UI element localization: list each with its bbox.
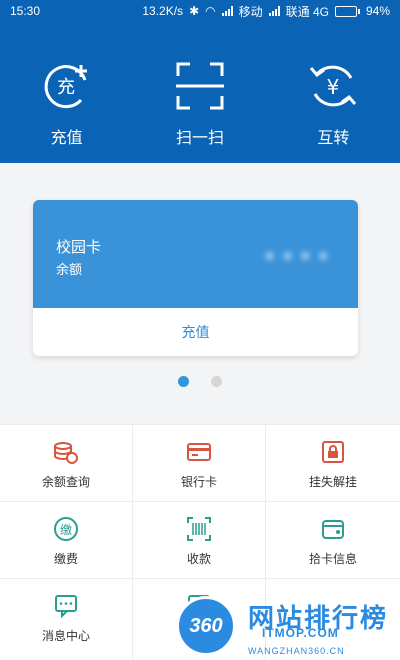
transfer-label: 互转 — [317, 130, 350, 147]
signal-icon-2 — [268, 6, 280, 16]
top-actions: 充 充值 扫一扫 ¥ 互转 — [0, 22, 400, 163]
found-card-label: 拾卡信息 — [308, 552, 357, 566]
carrier-1: 移动 — [238, 4, 263, 19]
card-recharge-button[interactable]: 充值 — [33, 308, 358, 356]
message-center-button[interactable]: 消息中心 — [0, 578, 133, 660]
status-right: 13.2K/s ✱ ◠ 移动 联通 4G 94% — [142, 3, 390, 20]
recharge-glyph: 充 — [57, 77, 75, 98]
battery-icon — [334, 5, 360, 17]
transfer-glyph: ¥ — [327, 75, 340, 99]
card-header: 校园卡 余额 •••• — [33, 200, 358, 308]
pager-dot-1[interactable] — [178, 376, 189, 387]
pay-fee-label: 缴费 — [53, 552, 78, 566]
watermark-logo: 360 — [176, 596, 236, 656]
pay-fee-button[interactable]: 缴 缴费 — [0, 501, 133, 578]
scan-icon — [175, 62, 224, 110]
card-title: 校园卡 — [56, 239, 102, 256]
report-loss-label: 挂失解挂 — [308, 475, 357, 489]
pager-dots — [0, 376, 400, 387]
watermark-url: WANGZHAN360.CN — [248, 646, 345, 656]
pay-fee-glyph: 缴 — [60, 522, 72, 537]
transfer-button[interactable]: ¥ 互转 — [267, 22, 400, 163]
carrier-2: 联通 4G — [285, 4, 329, 19]
transfer-icon: ¥ — [310, 65, 357, 107]
wifi-icon: ◠ — [205, 4, 216, 18]
scan-button[interactable]: 扫一扫 — [133, 22, 266, 163]
bank-card-icon — [187, 443, 211, 461]
status-bar: 15:30 13.2K/s ✱ ◠ 移动 联通 4G 94% — [0, 0, 400, 22]
bank-card-button[interactable]: 银行卡 — [133, 424, 266, 501]
signal-icon — [221, 6, 233, 16]
recharge-icon: 充 — [44, 65, 87, 109]
message-center-label: 消息中心 — [41, 629, 90, 643]
bluetooth-icon: ✱ — [189, 4, 200, 18]
lock-card-icon — [322, 441, 344, 463]
pay-fee-icon: 缴 — [54, 517, 78, 541]
battery-text: 94% — [365, 4, 390, 18]
card-subtitle: 余额 — [56, 262, 83, 277]
net-speed: 13.2K/s — [142, 4, 184, 18]
found-card-button[interactable]: 拾卡信息 — [266, 501, 400, 578]
balance-query-label: 余额查询 — [41, 475, 90, 489]
receive-payment-label: 收款 — [186, 552, 211, 566]
scan-label: 扫一扫 — [175, 130, 224, 147]
watermark-sub: ITMOP.COM — [262, 626, 339, 640]
coins-icon — [54, 442, 78, 464]
pager-dot-2[interactable] — [211, 376, 222, 387]
campus-card[interactable]: 校园卡 余额 •••• 充值 — [33, 200, 358, 356]
card-balance: •••• — [264, 240, 336, 271]
bank-card-label: 银行卡 — [180, 475, 217, 489]
receive-payment-button[interactable]: 收款 — [133, 501, 266, 578]
recharge-button[interactable]: 充 充值 — [0, 22, 133, 163]
balance-query-button[interactable]: 余额查询 — [0, 424, 133, 501]
report-loss-button[interactable]: 挂失解挂 — [266, 424, 400, 501]
status-time: 15:30 — [10, 4, 41, 18]
recharge-label: 充值 — [50, 130, 83, 147]
message-icon — [55, 595, 77, 619]
barcode-icon — [187, 517, 211, 541]
wallet-icon — [322, 520, 344, 539]
watermark: 360 网站排行榜 ITMOP.COM WANGZHAN360.CN — [176, 592, 400, 660]
